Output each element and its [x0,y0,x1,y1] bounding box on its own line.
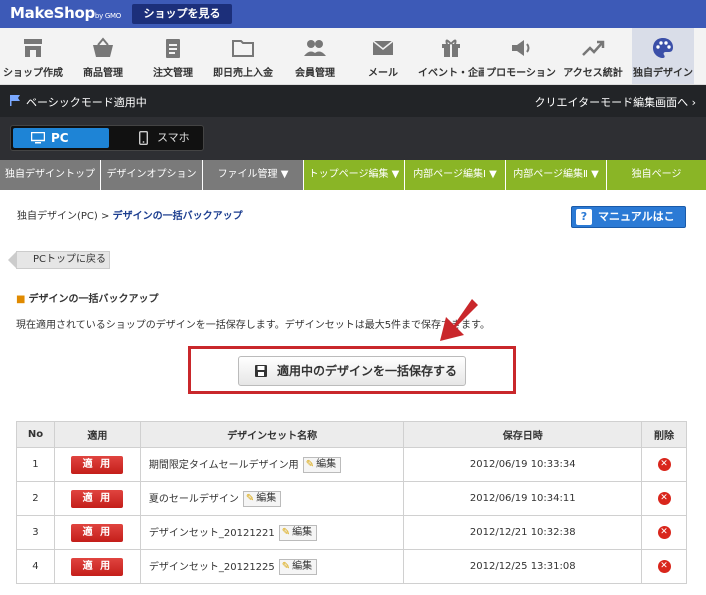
users-icon [304,40,326,56]
arrow-pointer-icon [440,299,478,341]
palette-icon [653,38,673,58]
design-set-name: 夏のセールデザイン [148,494,239,505]
subnav-design-option[interactable]: デザインオプション [101,160,203,190]
design-sub-nav: 独自デザイントップ デザインオプション ファイル管理 ▼ トップページ編集 ▼ … [0,160,706,190]
col-header-name: デザインセット名称 [139,421,405,448]
nav-item-design[interactable]: 独自デザイン [632,28,694,84]
description-text: 現在適用されているショップのデザインを一括保存します。デザインセットは最大5件ま… [16,320,491,331]
creator-mode-link[interactable]: クリエイターモード編集画面へ › [535,94,696,110]
smartphone-icon [139,131,148,145]
subnav-design-top[interactable]: 独自デザイントップ [0,160,101,190]
basic-mode-status: ベーシックモード適用中 [26,96,147,109]
nav-item-access-stats[interactable]: アクセス統計 [558,28,628,84]
clipboard-icon [166,39,180,58]
device-bar: PC スマホ [0,117,706,160]
device-pc-button[interactable]: PC [13,128,109,148]
mail-icon [372,40,394,55]
top-bar: MakeShopby GMO ショップを見る [0,0,706,28]
breadcrumb-current: デザインの一括バックアップ [112,211,243,222]
flag-icon [10,95,20,106]
device-toggle: PC スマホ [10,125,204,151]
delete-icon[interactable]: ✕ [657,458,671,471]
col-header-apply: 適用 [53,421,141,448]
subnav-file-manage[interactable]: ファイル管理 ▼ [203,160,304,190]
design-set-name: デザインセット_20121221 [148,528,275,539]
subnav-top-page-edit[interactable]: トップページ編集 ▼ [304,160,405,190]
saved-date: 2012/12/21 10:32:38 [403,515,643,550]
mode-bar: ベーシックモード適用中 クリエイターモード編集画面へ › [0,85,706,117]
nav-item-products[interactable]: 商品管理 [70,28,136,84]
apply-button[interactable]: 適 用 [71,489,124,508]
table-row: 3 適 用 デザインセット_20121221 ✎ 編集 2012/12/21 10:… [16,515,687,550]
edit-button[interactable]: ✎ 編集 [278,559,318,575]
main-nav: ショップ作成 商品管理 注文管理 即日売上入金 会員管理 メール イベント・企画… [0,28,706,85]
folder-icon [232,40,254,57]
bullet-icon: ■ [16,294,26,305]
edit-button[interactable]: ✎ 編集 [302,457,342,473]
table-row: 2 適 用 夏のセールデザイン ✎ 編集 2012/06/19 10:34:11 ✕ [16,481,687,516]
manual-button[interactable]: ? マニュアルはこちら [571,206,686,243]
section-title: ■ デザインの一括バックアップ [16,294,159,305]
view-shop-button[interactable]: ショップを見る [132,4,232,24]
nav-item-events[interactable]: イベント・企画 [418,28,484,84]
monitor-icon [31,132,45,144]
delete-icon[interactable]: ✕ [657,560,671,573]
megaphone-icon [512,40,530,56]
help-icon: ? [576,209,592,225]
col-header-delete: 削除 [641,421,687,448]
nav-item-members[interactable]: 会員管理 [282,28,348,84]
edit-button[interactable]: ✎ 編集 [278,525,318,541]
table-row: 4 適 用 デザインセット_20121225 ✎ 編集 2012/12/25 13:… [16,549,687,584]
nav-item-sales[interactable]: 即日売上入金 [206,28,280,84]
delete-icon[interactable]: ✕ [657,492,671,505]
apply-button[interactable]: 適 用 [71,523,124,542]
col-header-date: 保存日時 [403,421,643,448]
gift-icon [442,39,460,57]
table-row: 1 適 用 期間限定タイムセールデザイン用 ✎ 編集 2012/06/19 10:3… [16,447,687,482]
save-all-designs-button[interactable]: 適用中のデザインを一括保存する [238,356,466,386]
design-set-name: 期間限定タイムセールデザイン用 [148,460,299,471]
delete-icon[interactable]: ✕ [657,526,671,539]
apply-button[interactable]: 適 用 [71,557,124,576]
subnav-inner-page-edit-1[interactable]: 内部ページ編集Ⅰ ▼ [405,160,506,190]
table-header-row: No 適用 デザインセット名称 保存日時 削除 [16,421,687,448]
basket-icon [93,37,113,57]
nav-item-mail[interactable]: メール [350,28,416,84]
breadcrumb: 独自デザイン(PC) > デザインの一括バックアップ [17,211,243,222]
subnav-inner-page-edit-2[interactable]: 内部ページ編集Ⅱ ▼ [506,160,607,190]
shop-icon [24,39,42,57]
edit-button[interactable]: ✎ 編集 [242,491,282,507]
nav-item-promotion[interactable]: プロモーション [486,28,556,84]
design-set-table: No 適用 デザインセット名称 保存日時 削除 1 適 用 期間限定タイムセール… [16,421,687,584]
back-to-pc-top-button[interactable]: PCトップに戻る [8,251,110,269]
design-set-name: デザインセット_20121225 [148,562,275,573]
subnav-original-page[interactable]: 独自ページ [607,160,706,190]
col-header-no: No [16,421,55,448]
apply-button[interactable]: 適 用 [71,455,124,474]
pencil-icon: ✎ [281,561,291,572]
nav-item-orders[interactable]: 注文管理 [140,28,206,84]
floppy-disk-icon [255,365,267,377]
device-smartphone-button[interactable]: スマホ [111,128,201,148]
saved-date: 2012/06/19 10:33:34 [403,447,643,482]
pencil-icon: ✎ [281,527,291,538]
makeshop-logo[interactable]: MakeShopby GMO [10,4,121,22]
breadcrumb-parent[interactable]: 独自デザイン(PC) [17,211,98,222]
pencil-icon: ✎ [305,459,315,470]
nav-item-shop-create[interactable]: ショップ作成 [0,28,66,84]
trend-icon [582,40,605,56]
pencil-icon: ✎ [245,493,255,504]
saved-date: 2012/06/19 10:34:11 [403,481,643,516]
saved-date: 2012/12/25 13:31:08 [403,549,643,584]
